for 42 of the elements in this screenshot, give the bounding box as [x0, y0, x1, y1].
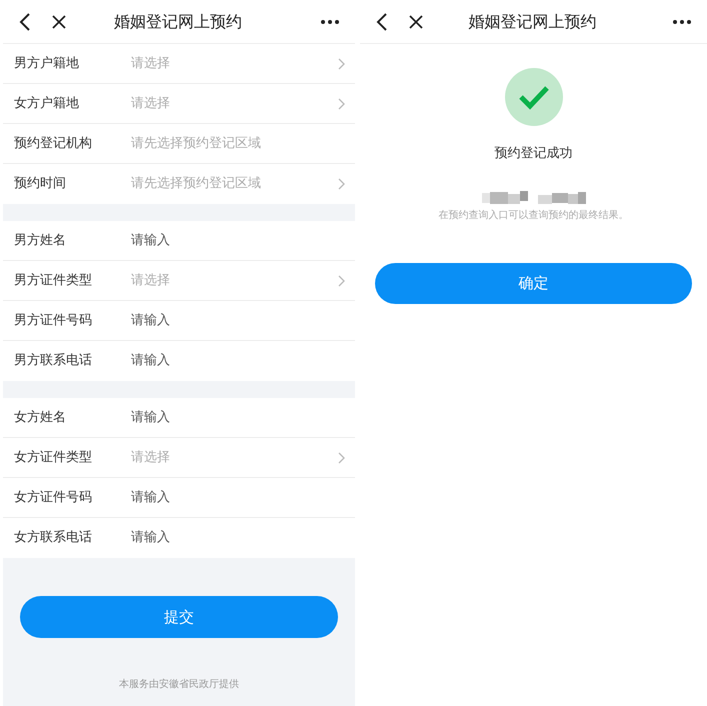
field-label: 女方证件类型	[14, 448, 93, 467]
field-label: 男方姓名	[14, 232, 67, 250]
form-row[interactable]: 预约时间 请先选择预约登记区域	[3, 164, 355, 204]
back-icon[interactable]	[19, 12, 31, 32]
close-icon[interactable]	[408, 14, 424, 30]
form-row[interactable]: 男方姓名 请输入	[3, 221, 355, 261]
footer-text: 本服务由安徽省民政厅提供	[119, 678, 239, 692]
field-label: 女方证件号码	[14, 488, 93, 507]
form-row[interactable]: 男方联系电话 请输入	[3, 341, 355, 381]
more-icon[interactable]	[321, 20, 339, 24]
form-row[interactable]: 预约登记机构 请先选择预约登记区域	[3, 124, 355, 164]
form-row[interactable]: 女方姓名 请输入	[3, 398, 355, 438]
form-row[interactable]: 女方户籍地 请选择	[3, 84, 355, 124]
window-title: 婚姻登记网上预约	[113, 10, 243, 32]
field-label: 男方证件号码	[14, 312, 93, 330]
field-label: 预约登记机构	[14, 134, 93, 153]
field-label: 男方户籍地	[14, 54, 80, 73]
window-title: 婚姻登记网上预约	[468, 10, 598, 32]
form-row[interactable]: 男方户籍地 请选择	[3, 44, 355, 84]
back-icon[interactable]	[376, 12, 388, 32]
input-field[interactable]: 请输入	[131, 408, 345, 428]
form-row[interactable]: 男方证件号码 请输入	[3, 301, 355, 341]
input-field[interactable]: 请输入	[131, 488, 345, 508]
input-field[interactable]: 请输入	[131, 528, 345, 548]
field-label: 预约时间	[14, 175, 67, 194]
form-row[interactable]: 女方联系电话 请输入	[3, 518, 355, 558]
field-label: 男方联系电话	[14, 352, 93, 370]
more-icon[interactable]	[673, 20, 691, 24]
form-row[interactable]: 男方证件类型 请选择	[3, 261, 355, 301]
field-label: 女方联系电话	[14, 529, 93, 548]
success-message: 预约登记成功	[494, 145, 572, 163]
input-field[interactable]: 请输入	[131, 310, 345, 330]
success-check-icon	[504, 68, 562, 126]
input-field[interactable]: 请输入	[131, 351, 345, 371]
close-icon[interactable]	[51, 14, 67, 30]
note-text: 在预约查询入口可以查询预约的最终结果。	[438, 208, 628, 222]
form-row[interactable]: 女方证件类型 请选择	[3, 438, 355, 478]
field-label: 女方户籍地	[14, 94, 80, 113]
form-row[interactable]: 女方证件号码 请输入	[3, 478, 355, 518]
field-label: 男方证件类型	[14, 272, 93, 290]
input-field[interactable]: 请输入	[131, 230, 345, 250]
field-label: 女方姓名	[14, 408, 67, 427]
